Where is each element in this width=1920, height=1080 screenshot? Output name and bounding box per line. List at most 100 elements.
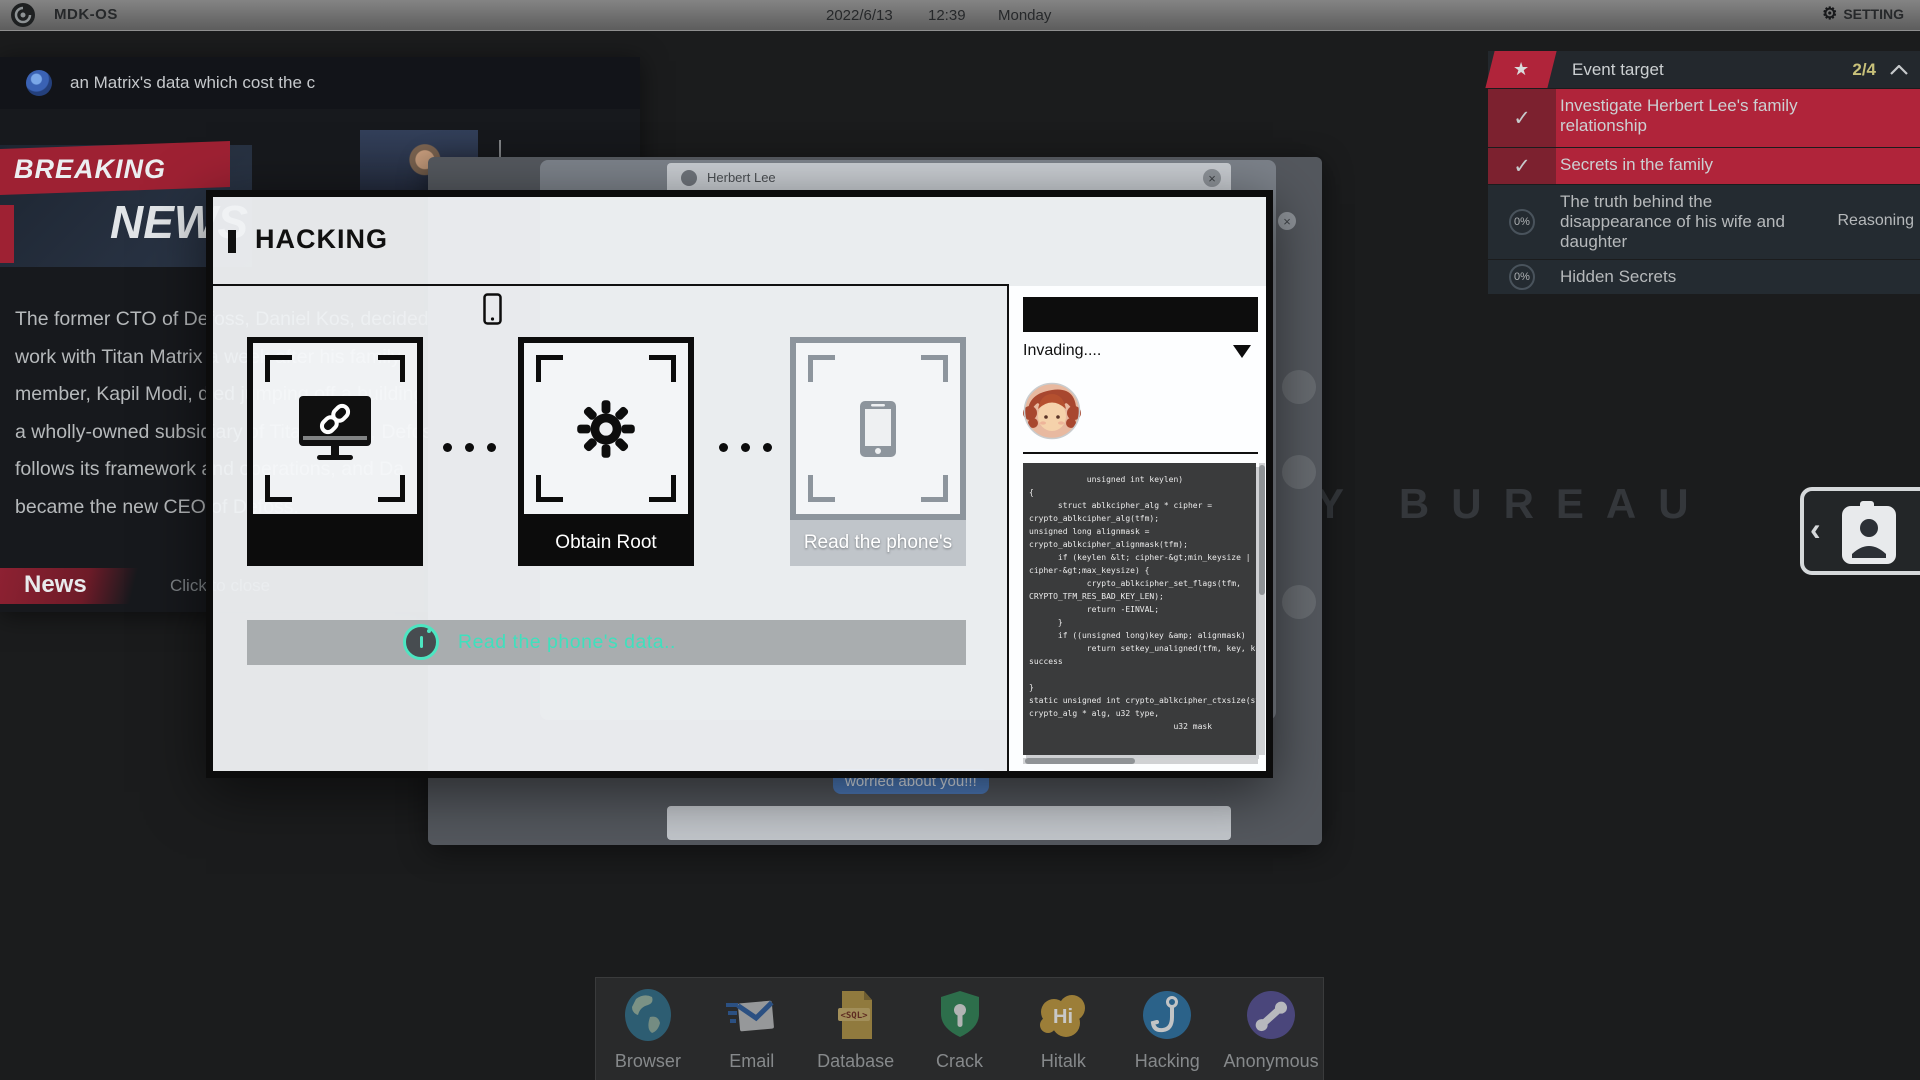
corner-bracket [649,475,676,502]
task-row[interactable]: 0% The truth behind the disappearance of… [1488,185,1920,259]
news-tab[interactable]: News [24,571,87,599]
task-progress-icon: 0% [1488,185,1556,259]
hitalk-chat-icon: Hi [1035,987,1091,1043]
corner-bracket [921,355,948,382]
step-label-read-phone: Read the phone's [790,520,966,566]
event-target-panel: ★ Event target 2/4 ✓ Investigate Herbert… [1488,51,1920,294]
task-tag: Reasoning [1838,211,1915,231]
crack-shield-icon [932,987,988,1043]
dock-item-anonymous[interactable]: Anonymous [1219,978,1323,1080]
setting-label: SETTING [1843,6,1904,22]
task-row[interactable]: 0% Hidden Secrets [1488,260,1920,294]
divider [213,284,1009,286]
hack-side-panel: Invading.... unsigned int keylen) { stru… [1009,286,1266,771]
corner-bracket [649,355,676,382]
ghost-avatar [1282,455,1316,489]
smartphone-icon [857,398,899,460]
os-name: MDK-OS [54,6,118,23]
banner-red-block [0,205,14,263]
divider [1023,452,1258,454]
task-label: Hidden Secrets [1560,267,1820,287]
system-time: 12:39 [928,7,966,24]
hacking-dialog: HACKING [206,190,1273,778]
task-percent: 0% [1509,209,1535,235]
dock-label: Email [700,1051,804,1072]
system-day: Monday [998,7,1051,24]
task-label: Investigate Herbert Lee's family relatio… [1560,96,1820,136]
anonymous-phone-icon [1243,987,1299,1043]
task-check-icon: ✓ [1488,148,1556,184]
hack-progress-bar: Read the phone's data.. [247,620,966,665]
star-icon: ★ [1513,59,1529,80]
dock-item-hitalk[interactable]: Hi Hitalk [1011,978,1115,1080]
dialog-title: HACKING [255,224,388,255]
chat-window-title: Herbert Lee [707,170,776,185]
step-dots [443,443,496,452]
gear-icon: ⚙ [1822,5,1837,23]
dock-label: Crack [908,1051,1012,1072]
dock-label: Browser [596,1051,700,1072]
horizontal-scrollbar[interactable] [1023,758,1258,764]
step-label-connect [247,520,423,566]
chat-close-icon[interactable]: × [1203,169,1221,187]
window-close-icon[interactable]: × [1278,212,1296,230]
title-tick [228,230,236,253]
chat-contact-avatar [681,170,697,186]
email-icon [724,987,780,1043]
task-check-icon: ✓ [1488,89,1556,147]
database-file-icon: <SQL> [828,987,884,1043]
task-row[interactable]: ✓ Secrets in the family [1488,148,1920,184]
dock-item-database[interactable]: <SQL> Database [804,978,908,1080]
os-logo-icon [10,2,36,28]
progress-status-text: Read the phone's data.. [458,620,676,665]
corner-bracket [378,355,405,382]
id-badge-icon [1838,500,1900,566]
dock-item-email[interactable]: Email [700,978,804,1080]
task-progress-icon: 0% [1488,260,1556,294]
task-percent: 0% [1509,264,1535,290]
id-badge-tab[interactable]: ‹ [1800,487,1920,575]
event-target-title: Event target [1572,51,1664,88]
corner-bracket [536,355,563,382]
computer-link-icon [295,394,375,464]
phone-mini-icon [483,293,502,325]
setting-button[interactable]: ⚙ SETTING [1822,5,1904,23]
event-target-header[interactable]: ★ Event target 2/4 [1488,51,1920,88]
task-label: The truth behind the disappearance of hi… [1560,192,1820,252]
target-display-box [1023,297,1258,332]
step-card-obtain-root[interactable] [518,337,694,520]
dock-item-hacking[interactable]: Hacking [1115,978,1219,1080]
chat-window-titlebar[interactable]: Herbert Lee [667,163,1231,193]
ghost-avatar [1282,370,1316,404]
desktop-watermark: Y BUREAU [1316,480,1711,528]
corner-bracket [378,475,405,502]
vertical-scrollbar[interactable] [1259,463,1265,755]
chevron-left-icon: ‹ [1810,511,1821,548]
event-target-progress: 2/4 [1852,51,1876,88]
dock-label: Hitalk [1011,1051,1115,1072]
corner-bracket [265,475,292,502]
corner-bracket [265,355,292,382]
step-card-connect[interactable] [247,337,423,520]
task-row[interactable]: ✓ Investigate Herbert Lee's family relat… [1488,89,1920,147]
dock-label: Anonymous [1219,1051,1323,1072]
corner-bracket [921,475,948,502]
invading-status: Invading.... [1023,342,1101,360]
step-card-read-phone[interactable] [790,337,966,520]
chat-input-bar[interactable] [667,806,1231,840]
collapse-chevron-icon[interactable] [1890,65,1908,75]
browser-globe-icon [620,987,676,1043]
star-ribbon: ★ [1485,51,1556,88]
task-label: Secrets in the family [1560,155,1820,175]
dock-label: Hacking [1115,1051,1219,1072]
news-headline-text: an Matrix's data which cost the c [70,73,315,93]
dropdown-arrow-icon[interactable] [1233,345,1251,358]
dock-item-browser[interactable]: Browser [596,978,700,1080]
hacking-hook-icon [1139,987,1195,1043]
hi-badge: Hi [1053,1006,1073,1028]
news-app-icon [26,70,52,96]
corner-bracket [808,355,835,382]
gear-icon [575,398,637,460]
spinner-icon [403,624,439,660]
dock-item-crack[interactable]: Crack [908,978,1012,1080]
